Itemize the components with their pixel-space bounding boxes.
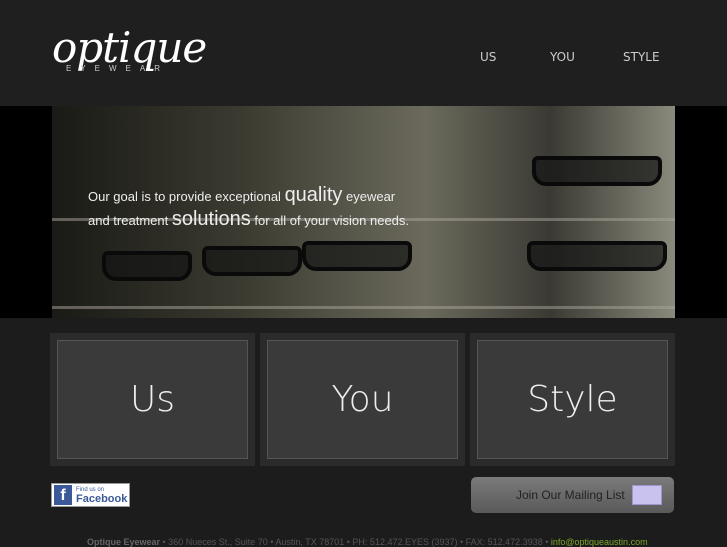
facebook-icon: f [54, 485, 72, 505]
email-link[interactable]: info@optiqueaustin.com [551, 537, 648, 547]
hero-tagline: Our goal is to provide exceptional quali… [88, 184, 410, 230]
logo[interactable]: optique EYEWEAR [52, 23, 207, 74]
nav-us[interactable]: US [480, 50, 496, 64]
header: optique EYEWEAR US YOU STYLE [0, 0, 727, 106]
panel-style[interactable]: Style [470, 333, 675, 466]
hero-image: Our goal is to provide exceptional quali… [52, 106, 675, 318]
panel-us[interactable]: Us [50, 333, 255, 466]
envelope-icon [632, 485, 662, 505]
hero-banner: Our goal is to provide exceptional quali… [0, 106, 727, 318]
mailing-list-button[interactable]: Join Our Mailing List [471, 477, 674, 513]
logo-word: optique [52, 23, 207, 72]
facebook-button[interactable]: f Find us on Facebook [51, 483, 130, 507]
nav-style[interactable]: STYLE [623, 50, 660, 64]
panel-you[interactable]: You [260, 333, 465, 466]
nav-you[interactable]: YOU [550, 50, 575, 64]
footer: Optique Eyewear • 360 Nueces St., Suite … [87, 537, 648, 547]
